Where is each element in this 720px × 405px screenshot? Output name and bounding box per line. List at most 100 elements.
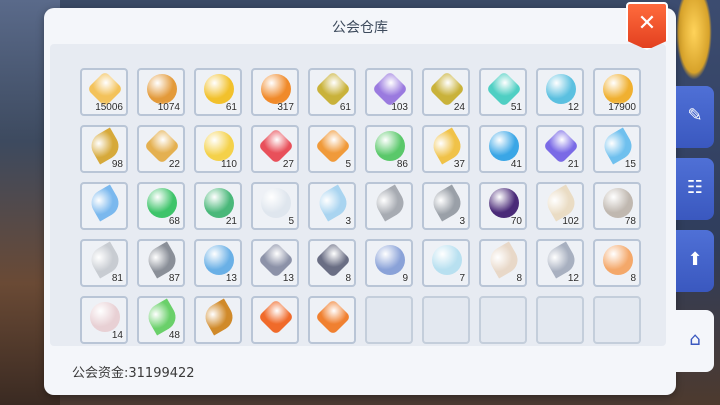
empty-slot[interactable] bbox=[479, 296, 527, 344]
close-button[interactable]: ✕ bbox=[626, 2, 668, 50]
item-slot[interactable]: 8 bbox=[479, 239, 527, 287]
item-count: 9 bbox=[402, 273, 408, 284]
item-slot[interactable]: 37 bbox=[422, 125, 470, 173]
item-slot[interactable]: 15006 bbox=[80, 68, 128, 116]
item-slot[interactable] bbox=[365, 182, 413, 230]
item-slot[interactable]: 70 bbox=[479, 182, 527, 230]
empty-slot[interactable] bbox=[365, 296, 413, 344]
green-leaf-orb-icon bbox=[204, 188, 234, 218]
item-grid: 15006 1074 61 317 61 103 24 51 12 17900 98 22 110 27 5… bbox=[50, 44, 666, 346]
item-count: 5 bbox=[345, 159, 351, 170]
side-tab-contacts[interactable]: ☷ bbox=[676, 158, 714, 220]
item-slot[interactable]: 8 bbox=[593, 239, 641, 287]
item-count: 21 bbox=[567, 159, 579, 170]
item-slot[interactable]: 13 bbox=[194, 239, 242, 287]
item-slot[interactable] bbox=[308, 296, 356, 344]
item-slot[interactable]: 41 bbox=[479, 125, 527, 173]
item-slot[interactable]: 68 bbox=[137, 182, 185, 230]
item-count: 87 bbox=[168, 273, 180, 284]
item-slot[interactable] bbox=[251, 296, 299, 344]
item-slot[interactable]: 103 bbox=[365, 68, 413, 116]
item-slot[interactable]: 13 bbox=[251, 239, 299, 287]
item-count: 3 bbox=[459, 216, 465, 227]
item-slot[interactable]: 17900 bbox=[593, 68, 641, 116]
item-slot[interactable]: 86 bbox=[365, 125, 413, 173]
peach-orb-icon bbox=[603, 245, 633, 275]
green-gem-icon bbox=[147, 188, 177, 218]
item-count: 61 bbox=[339, 102, 351, 113]
item-slot[interactable]: 15 bbox=[593, 125, 641, 173]
item-count: 1074 bbox=[157, 102, 180, 113]
guild-warehouse-panel: 公会仓库 15006 1074 61 317 61 103 24 51 12 17900 98 22 1… bbox=[44, 8, 676, 395]
item-slot[interactable]: 27 bbox=[251, 125, 299, 173]
item-count: 8 bbox=[345, 273, 351, 284]
item-slot[interactable]: 81 bbox=[80, 239, 128, 287]
item-slot[interactable]: 9 bbox=[365, 239, 413, 287]
lemon-slice-icon bbox=[204, 131, 234, 161]
item-count: 17900 bbox=[608, 102, 636, 113]
empty-slot[interactable] bbox=[422, 296, 470, 344]
item-count: 24 bbox=[453, 102, 465, 113]
item-count: 61 bbox=[225, 102, 237, 113]
item-count: 8 bbox=[630, 273, 636, 284]
snowflake-icon bbox=[261, 188, 291, 218]
item-slot[interactable]: 22 bbox=[137, 125, 185, 173]
item-slot[interactable]: 3 bbox=[422, 182, 470, 230]
upgrade-icon: ⬆ bbox=[687, 249, 703, 270]
item-slot[interactable]: 14 bbox=[80, 296, 128, 344]
item-count: 68 bbox=[168, 216, 180, 227]
item-count: 86 bbox=[396, 159, 408, 170]
side-tab-edit[interactable]: ✎ bbox=[676, 86, 714, 148]
side-tab-upgrade[interactable]: ⬆ bbox=[676, 230, 714, 292]
item-slot[interactable] bbox=[80, 182, 128, 230]
item-count: 27 bbox=[282, 159, 294, 170]
item-count: 78 bbox=[624, 216, 636, 227]
item-count: 37 bbox=[453, 159, 465, 170]
item-slot[interactable]: 78 bbox=[593, 182, 641, 230]
item-slot[interactable]: 51 bbox=[479, 68, 527, 116]
item-slot[interactable]: 102 bbox=[536, 182, 584, 230]
green-shield-icon bbox=[375, 131, 405, 161]
item-slot[interactable]: 5 bbox=[308, 125, 356, 173]
item-slot[interactable] bbox=[194, 296, 242, 344]
page-title: 公会仓库 bbox=[332, 20, 388, 36]
item-count: 51 bbox=[510, 102, 522, 113]
grey-hook-icon bbox=[371, 184, 409, 222]
empty-slot[interactable] bbox=[593, 296, 641, 344]
item-slot[interactable]: 61 bbox=[308, 68, 356, 116]
item-slot[interactable]: 21 bbox=[536, 125, 584, 173]
guild-funds-label: 公会资金:31199422 bbox=[72, 366, 195, 381]
item-slot[interactable]: 24 bbox=[422, 68, 470, 116]
item-slot[interactable]: 12 bbox=[536, 68, 584, 116]
item-count: 81 bbox=[111, 273, 123, 284]
item-slot[interactable]: 1074 bbox=[137, 68, 185, 116]
item-slot[interactable]: 317 bbox=[251, 68, 299, 116]
item-count: 103 bbox=[391, 102, 408, 113]
empty-slot[interactable] bbox=[536, 296, 584, 344]
item-slot[interactable]: 110 bbox=[194, 125, 242, 173]
item-count: 98 bbox=[111, 159, 123, 170]
item-slot[interactable]: 21 bbox=[194, 182, 242, 230]
item-count: 22 bbox=[168, 159, 180, 170]
item-slot[interactable]: 3 bbox=[308, 182, 356, 230]
item-slot[interactable]: 87 bbox=[137, 239, 185, 287]
dark-vortex-icon bbox=[489, 188, 519, 218]
orange-orb-icon bbox=[261, 74, 291, 104]
water-drop-icon bbox=[204, 245, 234, 275]
item-slot[interactable]: 98 bbox=[80, 125, 128, 173]
side-tab-guild-home[interactable]: ⌂ bbox=[676, 310, 714, 372]
item-count: 41 bbox=[510, 159, 522, 170]
item-slot[interactable]: 8 bbox=[308, 239, 356, 287]
item-slot[interactable]: 7 bbox=[422, 239, 470, 287]
item-count: 12 bbox=[567, 102, 579, 113]
item-slot[interactable]: 12 bbox=[536, 239, 584, 287]
item-slot[interactable]: 5 bbox=[251, 182, 299, 230]
blue-ring-icon bbox=[375, 245, 405, 275]
item-slot[interactable]: 61 bbox=[194, 68, 242, 116]
item-count: 21 bbox=[225, 216, 237, 227]
contacts-icon: ☷ bbox=[686, 177, 704, 198]
gold-statue-decoration bbox=[676, 0, 712, 80]
item-count: 14 bbox=[111, 330, 123, 341]
edit-icon: ✎ bbox=[687, 105, 703, 126]
item-slot[interactable]: 48 bbox=[137, 296, 185, 344]
